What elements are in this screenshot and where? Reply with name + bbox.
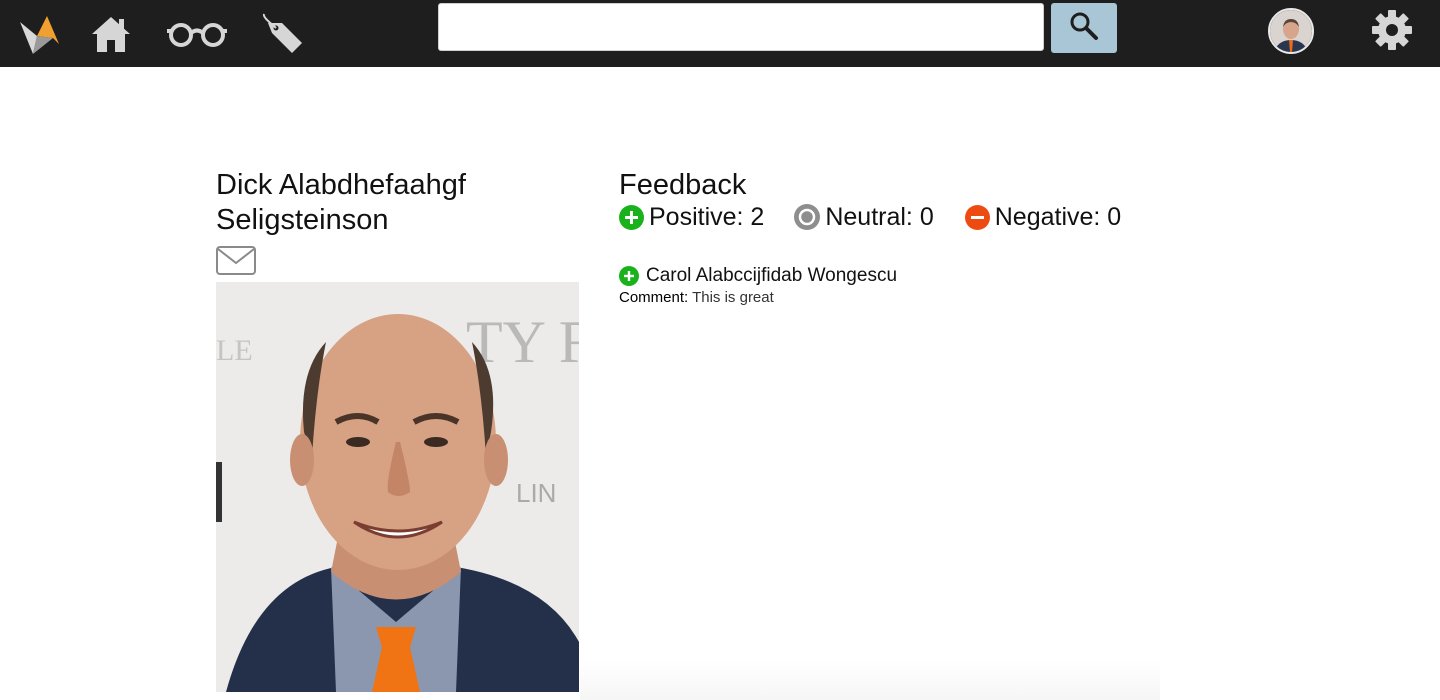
- top-navigation-bar: [0, 0, 1440, 67]
- negative-label: Negative: 0: [994, 202, 1122, 231]
- positive-count: Positive: 2: [619, 203, 764, 232]
- feedback-author[interactable]: Carol Alabccijfidab Wongescu: [646, 265, 897, 287]
- neutral-circle-icon: [794, 204, 821, 230]
- feedback-heading: Feedback: [619, 169, 747, 201]
- svg-text:LIN: LIN: [516, 478, 556, 508]
- feedback-entry-header: Carol Alabccijfidab Wongescu: [619, 263, 1219, 289]
- bottom-fade: [580, 660, 1160, 700]
- positive-label: Positive: 2: [649, 202, 765, 231]
- neutral-label: Neutral: 0: [825, 202, 934, 231]
- feedback-summary: Positive: 2 Neutral: 0 Negative: 0: [619, 200, 1121, 234]
- negative-count: Negative: 0: [964, 202, 1122, 232]
- tag-icon[interactable]: [258, 0, 308, 67]
- logo-icon[interactable]: [16, 0, 62, 67]
- comment-label: Comment:: [619, 289, 689, 306]
- search-input[interactable]: [438, 3, 1044, 51]
- envelope-icon[interactable]: [216, 246, 256, 275]
- comment-text: This is great: [692, 289, 774, 306]
- feedback-comment: Comment: This is great: [619, 289, 1219, 306]
- neutral-count: Neutral: 0: [794, 202, 934, 232]
- plus-circle-icon: [619, 266, 639, 286]
- gear-icon[interactable]: [1368, 6, 1416, 54]
- feedback-entry: Carol Alabccijfidab Wongescu Comment: Th…: [619, 263, 1219, 306]
- plus-circle-icon: [619, 204, 644, 230]
- search-button[interactable]: [1051, 3, 1117, 53]
- profile-name: Dick Alabdhefaahgf Seligsteinson: [216, 169, 466, 236]
- avatar[interactable]: [1268, 8, 1314, 54]
- home-icon[interactable]: [88, 0, 134, 67]
- glasses-icon[interactable]: [164, 0, 230, 67]
- minus-circle-icon: [964, 204, 990, 230]
- profile-photo: TY FA LE LIN: [216, 282, 579, 692]
- svg-text:LE: LE: [216, 334, 253, 367]
- search-icon: [1069, 11, 1099, 46]
